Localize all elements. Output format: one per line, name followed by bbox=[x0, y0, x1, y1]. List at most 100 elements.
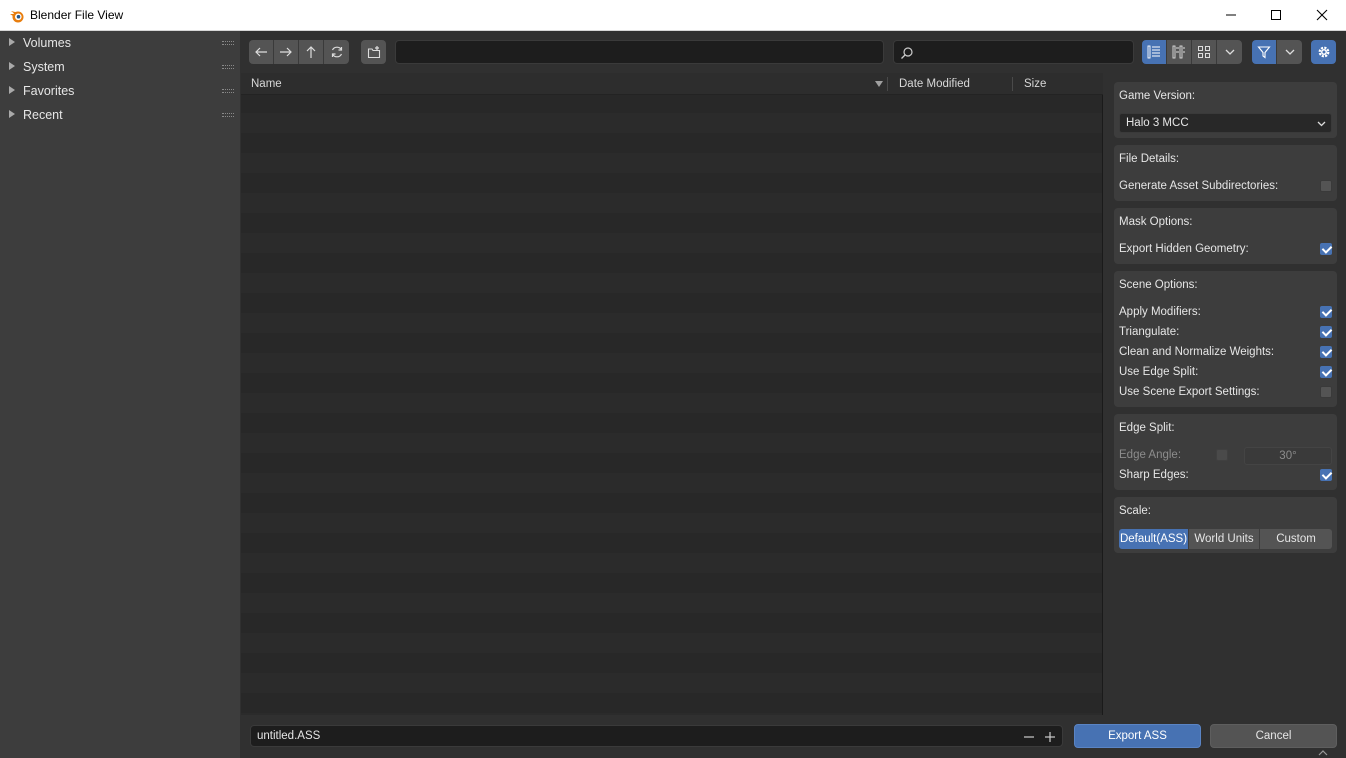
chevron-down-icon bbox=[1225, 49, 1234, 55]
horizontal-list-button[interactable] bbox=[1167, 40, 1192, 64]
clean-normalize-weights-checkbox[interactable] bbox=[1320, 346, 1332, 358]
filename-input[interactable]: untitled.ASS bbox=[250, 725, 1063, 747]
new-folder-icon bbox=[367, 46, 380, 59]
column-header-size[interactable]: Size bbox=[1024, 78, 1046, 90]
options-panel: Game Version: Halo 3 MCC File Details: G… bbox=[1105, 73, 1346, 715]
vertical-list-button[interactable] bbox=[1142, 40, 1167, 64]
option-label: Generate Asset Subdirectories: bbox=[1119, 180, 1279, 192]
edge-angle-input[interactable]: 30° bbox=[1244, 447, 1332, 465]
scale-option-custom[interactable]: Custom bbox=[1260, 529, 1332, 549]
chevron-down-icon bbox=[1317, 121, 1326, 127]
apply-modifiers-checkbox[interactable] bbox=[1320, 306, 1332, 318]
panel-title: Mask Options: bbox=[1119, 216, 1193, 228]
maximize-icon bbox=[1271, 10, 1281, 20]
scale-panel: Scale: Default(ASS) World Units Custom bbox=[1114, 497, 1337, 553]
search-icon bbox=[901, 47, 913, 59]
cancel-button[interactable]: Cancel bbox=[1210, 724, 1337, 748]
filter-toggle-button[interactable] bbox=[1252, 40, 1277, 64]
export-hidden-geometry-row[interactable]: Export Hidden Geometry: bbox=[1119, 240, 1332, 260]
sidebar-item-system[interactable]: System bbox=[0, 55, 240, 79]
decrement-filename-icon[interactable] bbox=[1021, 729, 1037, 745]
display-settings-dropdown[interactable] bbox=[1217, 40, 1242, 64]
column-header-date-modified[interactable]: Date Modified bbox=[899, 78, 970, 90]
arrow-left-icon bbox=[255, 47, 267, 57]
file-list-header: Name Date Modified Size bbox=[241, 73, 1103, 95]
mask-options-panel: Mask Options: Export Hidden Geometry: bbox=[1114, 208, 1337, 264]
options-toggle-button[interactable] bbox=[1311, 40, 1336, 64]
new-folder-button[interactable] bbox=[361, 40, 386, 64]
use-edge-split-checkbox[interactable] bbox=[1320, 366, 1332, 378]
new-folder-group bbox=[361, 40, 386, 64]
thumbnails-icon bbox=[1198, 46, 1210, 58]
column-divider[interactable] bbox=[1012, 77, 1013, 91]
vertical-list-icon bbox=[1147, 45, 1160, 59]
close-button[interactable] bbox=[1299, 0, 1345, 30]
close-icon bbox=[1316, 9, 1328, 21]
scale-option-world-units[interactable]: World Units bbox=[1189, 529, 1260, 549]
forward-button[interactable] bbox=[274, 40, 299, 64]
edge-angle-checkbox[interactable] bbox=[1216, 449, 1228, 461]
drag-grip-icon[interactable] bbox=[222, 41, 234, 45]
maximize-button[interactable] bbox=[1253, 0, 1299, 30]
file-list[interactable]: Name Date Modified Size bbox=[241, 73, 1103, 715]
thumbnails-button[interactable] bbox=[1192, 40, 1217, 64]
sharp-edges-row[interactable]: Sharp Edges: bbox=[1119, 466, 1332, 486]
chevron-down-icon bbox=[1285, 49, 1294, 55]
column-header-name[interactable]: Name bbox=[251, 78, 282, 90]
sharp-edges-checkbox[interactable] bbox=[1320, 469, 1332, 481]
scale-option-default-ass[interactable]: Default(ASS) bbox=[1119, 529, 1189, 549]
option-label: Clean and Normalize Weights: bbox=[1119, 346, 1275, 358]
sidebar: Volumes System Favorites Recent bbox=[0, 31, 240, 758]
drag-grip-icon[interactable] bbox=[222, 89, 234, 93]
refresh-button[interactable] bbox=[324, 40, 349, 64]
option-label: Sharp Edges: bbox=[1119, 469, 1189, 481]
sidebar-item-label: Recent bbox=[23, 108, 63, 122]
option-label: Use Edge Split: bbox=[1119, 366, 1199, 378]
refresh-icon bbox=[331, 46, 342, 58]
option-label: Triangulate: bbox=[1119, 326, 1180, 338]
triangulate-row[interactable]: Triangulate: bbox=[1119, 323, 1332, 343]
game-version-select[interactable]: Halo 3 MCC bbox=[1119, 113, 1332, 133]
option-label: Edge Angle: bbox=[1119, 449, 1182, 461]
parent-directory-button[interactable] bbox=[299, 40, 324, 64]
sidebar-item-volumes[interactable]: Volumes bbox=[0, 31, 240, 55]
filter-settings-dropdown[interactable] bbox=[1277, 40, 1302, 64]
panel-title: Scale: bbox=[1119, 505, 1151, 517]
toolbar bbox=[240, 31, 1346, 73]
scale-selector: Default(ASS) World Units Custom bbox=[1119, 529, 1332, 549]
expand-triangle-icon bbox=[9, 86, 15, 94]
edge-angle-row[interactable]: Edge Angle: 30° bbox=[1119, 446, 1332, 466]
sidebar-item-favorites[interactable]: Favorites bbox=[0, 79, 240, 103]
display-mode-group bbox=[1142, 40, 1242, 64]
generate-asset-subdirectories-row[interactable]: Generate Asset Subdirectories: bbox=[1119, 177, 1332, 197]
panel-title: Game Version: bbox=[1119, 90, 1196, 102]
use-scene-export-settings-row[interactable]: Use Scene Export Settings: bbox=[1119, 383, 1332, 403]
directory-path-input[interactable] bbox=[395, 40, 884, 64]
sidebar-item-recent[interactable]: Recent bbox=[0, 103, 240, 127]
triangulate-checkbox[interactable] bbox=[1320, 326, 1332, 338]
generate-asset-subdirectories-checkbox[interactable] bbox=[1320, 180, 1332, 192]
settings-group bbox=[1311, 40, 1336, 64]
apply-modifiers-row[interactable]: Apply Modifiers: bbox=[1119, 303, 1332, 323]
option-label: Export Hidden Geometry: bbox=[1119, 243, 1249, 255]
use-scene-export-settings-checkbox[interactable] bbox=[1320, 386, 1332, 398]
clean-normalize-weights-row[interactable]: Clean and Normalize Weights: bbox=[1119, 343, 1332, 363]
export-hidden-geometry-checkbox[interactable] bbox=[1320, 243, 1332, 255]
window-title: Blender File View bbox=[30, 8, 124, 22]
filter-group bbox=[1252, 40, 1302, 64]
minimize-button[interactable] bbox=[1208, 0, 1254, 30]
chevron-up-icon[interactable] bbox=[1317, 749, 1329, 757]
gear-icon bbox=[1318, 46, 1329, 58]
game-version-value: Halo 3 MCC bbox=[1126, 117, 1189, 129]
sidebar-item-label: Volumes bbox=[23, 36, 71, 50]
use-edge-split-row[interactable]: Use Edge Split: bbox=[1119, 363, 1332, 383]
drag-grip-icon[interactable] bbox=[222, 113, 234, 117]
column-divider[interactable] bbox=[887, 77, 888, 91]
increment-filename-icon[interactable] bbox=[1042, 729, 1058, 745]
export-button[interactable]: Export ASS bbox=[1074, 724, 1201, 748]
edge-angle-value: 30° bbox=[1279, 450, 1297, 462]
drag-grip-icon[interactable] bbox=[222, 65, 234, 69]
sort-descending-icon bbox=[875, 81, 883, 87]
search-input[interactable] bbox=[893, 40, 1134, 64]
back-button[interactable] bbox=[249, 40, 274, 64]
